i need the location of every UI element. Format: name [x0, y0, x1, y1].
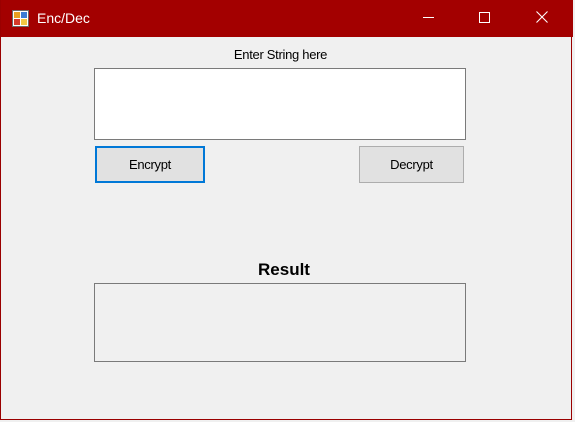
- minimize-icon: [422, 10, 434, 28]
- decrypt-button[interactable]: Decrypt: [359, 146, 464, 183]
- maximize-icon: [478, 10, 490, 28]
- close-icon: [536, 10, 548, 28]
- app-window: Enc/Dec Enter String here Encrypt Decryp…: [0, 0, 573, 420]
- input-label: Enter String here: [233, 47, 328, 62]
- window-title: Enc/Dec: [37, 10, 90, 26]
- app-icon[interactable]: [12, 10, 29, 27]
- title-bar[interactable]: Enc/Dec: [1, 0, 573, 37]
- encrypt-button[interactable]: Encrypt: [95, 146, 205, 183]
- maximize-button[interactable]: [461, 0, 507, 37]
- string-input[interactable]: [94, 68, 466, 140]
- close-button[interactable]: [519, 0, 565, 37]
- minimize-button[interactable]: [405, 0, 451, 37]
- result-output: [94, 283, 466, 362]
- result-label: Result: [258, 260, 310, 279]
